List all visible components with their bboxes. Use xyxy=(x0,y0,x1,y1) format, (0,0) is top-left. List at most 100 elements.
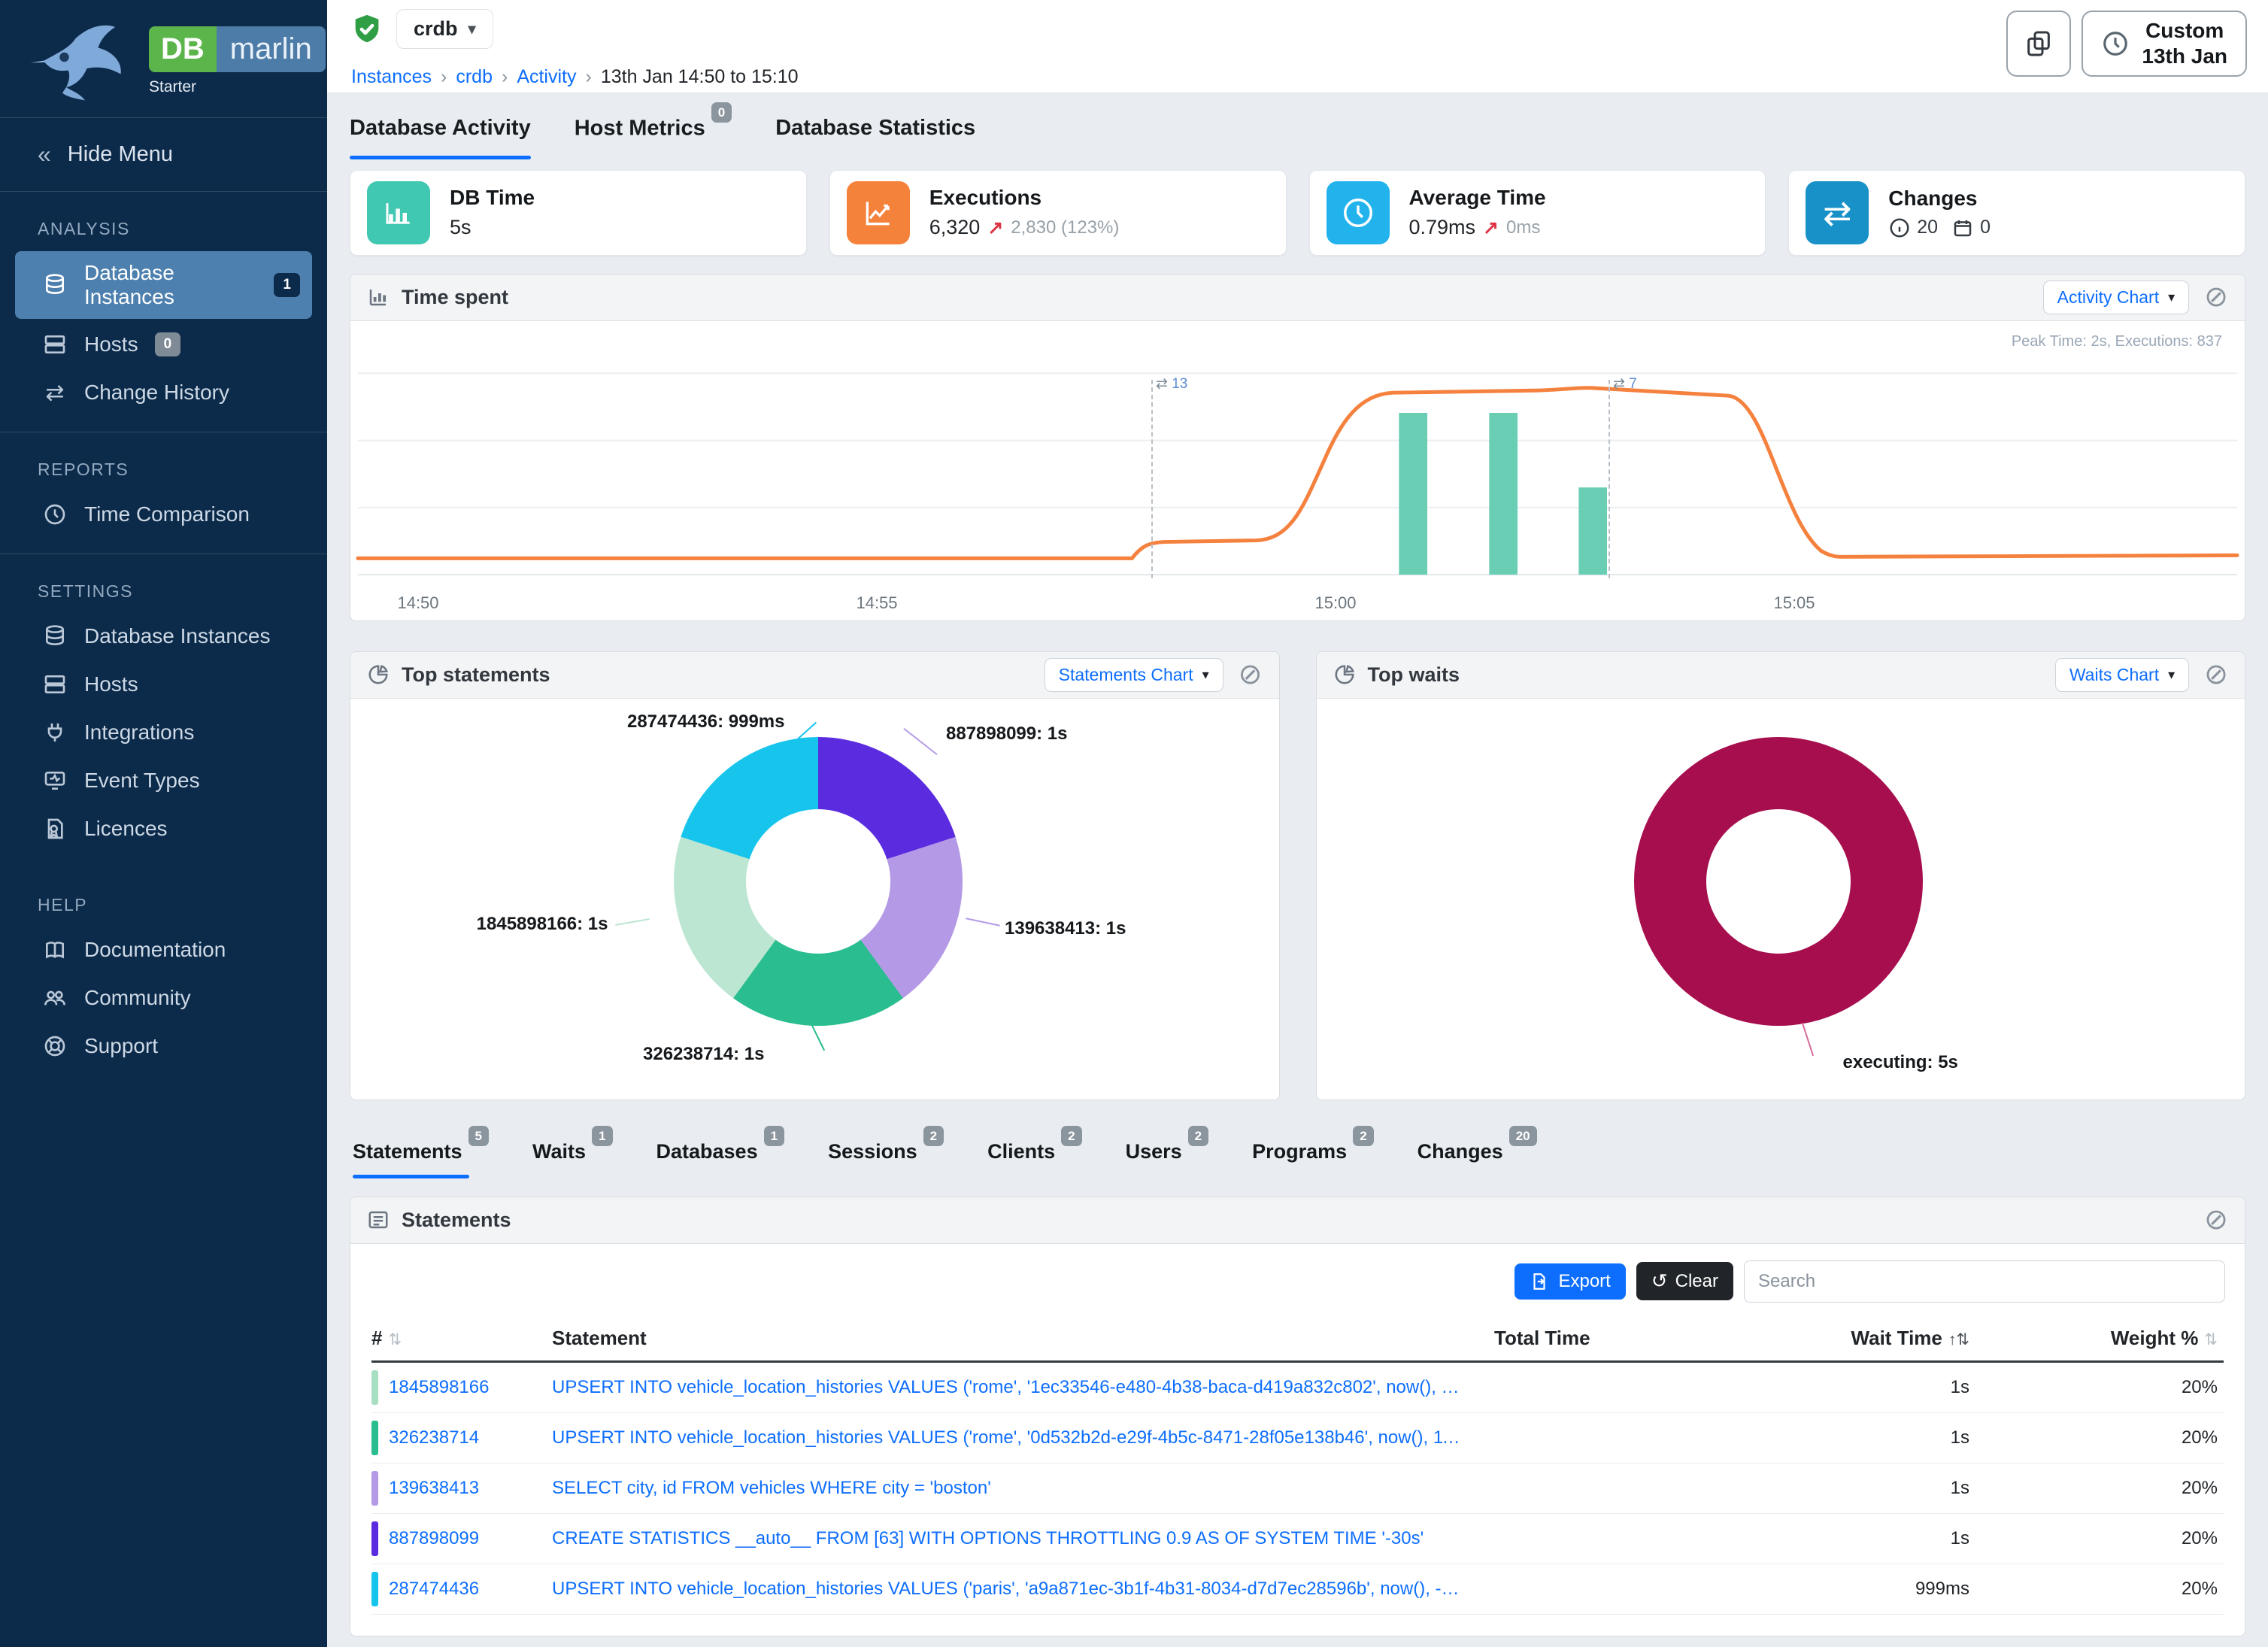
chart-icon xyxy=(367,286,390,308)
clear-button[interactable]: ↺ Clear xyxy=(1636,1262,1733,1300)
tab-changes[interactable]: Changes20 xyxy=(1418,1139,1537,1178)
series-color-bar xyxy=(371,1521,378,1556)
sidebar-item-hosts[interactable]: Hosts 0 xyxy=(15,322,312,367)
sidebar-item-support[interactable]: Support xyxy=(15,1024,312,1069)
collapse-panel-icon[interactable]: ⊘ xyxy=(2204,660,2228,689)
tab-programs[interactable]: Programs2 xyxy=(1252,1139,1374,1178)
hide-menu-button[interactable]: « Hide Menu xyxy=(0,118,327,191)
sidebar-item-change-history[interactable]: ⇄ Change History xyxy=(15,370,312,415)
breadcrumb-activity[interactable]: Activity xyxy=(517,66,576,87)
statement-id-link[interactable]: 1845898166 xyxy=(389,1377,489,1398)
sidebar-item-settings-database-instances[interactable]: Database Instances xyxy=(15,614,312,659)
activity-chart[interactable]: Peak Time: 2s, Executions: 837 ⇄ 13 ⇄ 7 … xyxy=(350,321,2245,620)
tab-badge: 2 xyxy=(923,1126,944,1146)
instance-selector[interactable]: crdb ▾ xyxy=(396,9,493,49)
waits-chart-select[interactable]: Waits Chart▾ xyxy=(2055,658,2189,692)
tab-sessions[interactable]: Sessions2 xyxy=(828,1139,944,1178)
tab-badge: 1 xyxy=(764,1126,784,1146)
server-icon xyxy=(42,332,68,357)
tab-waits[interactable]: Waits1 xyxy=(532,1139,612,1178)
time-range-button[interactable]: Custom13th Jan xyxy=(2082,11,2247,77)
copy-button[interactable] xyxy=(2006,11,2071,77)
statement-id-link[interactable]: 287474436 xyxy=(389,1579,479,1600)
weight-value: 20% xyxy=(1975,1528,2224,1549)
table-row: 139638413 SELECT city, id FROM vehicles … xyxy=(371,1463,2224,1514)
tab-database-statistics[interactable]: Database Statistics xyxy=(775,116,975,159)
tab-badge: 2 xyxy=(1061,1126,1081,1146)
tab-statements[interactable]: Statements5 xyxy=(353,1139,489,1178)
series-color-bar xyxy=(371,1370,378,1405)
sort-asc-icon[interactable]: ↑⇅ xyxy=(1948,1331,1969,1348)
sidebar-section-settings: SETTINGS Database Instances Hosts Integr… xyxy=(0,554,327,868)
breadcrumb-crdb[interactable]: crdb xyxy=(456,66,493,87)
search-input[interactable] xyxy=(1744,1260,2225,1303)
statement-id-link[interactable]: 326238714 xyxy=(389,1427,479,1448)
export-button[interactable]: Export xyxy=(1515,1263,1625,1300)
waits-donut-chart[interactable]: executing: 5s xyxy=(1317,699,2245,1100)
change-marker[interactable]: ⇄ 13 xyxy=(1151,380,1153,578)
sort-icon[interactable]: ⇅ xyxy=(2204,1331,2218,1348)
col-statement[interactable]: Statement xyxy=(552,1327,1494,1350)
sidebar-item-licences[interactable]: Licences xyxy=(15,806,312,851)
sort-icon[interactable]: ⇅ xyxy=(388,1331,402,1348)
table-row: 287474436 UPSERT INTO vehicle_location_h… xyxy=(371,1564,2224,1615)
label-connector xyxy=(903,728,937,755)
list-icon xyxy=(367,1209,390,1231)
donut-label: 887898099: 1s xyxy=(946,723,1067,745)
sidebar-item-integrations[interactable]: Integrations xyxy=(15,710,312,755)
table-controls: Export ↺ Clear xyxy=(350,1244,2245,1310)
statement-link[interactable]: UPSERT INTO vehicle_location_histories V… xyxy=(552,1579,1494,1600)
statement-link[interactable]: SELECT city, id FROM vehicles WHERE city… xyxy=(552,1478,1494,1499)
chevron-down-icon: ▾ xyxy=(1202,667,1209,683)
tab-users[interactable]: Users2 xyxy=(1126,1139,1209,1178)
breadcrumb-instances[interactable]: Instances xyxy=(351,66,432,87)
undo-icon: ↺ xyxy=(1651,1269,1668,1293)
label-connector xyxy=(615,918,650,926)
statements-donut-chart[interactable]: 287474436: 999ms 887898099: 1s 139638413… xyxy=(350,699,1279,1100)
sidebar-item-community[interactable]: Community xyxy=(15,975,312,1021)
activity-chart-select[interactable]: Activity Chart▾ xyxy=(2043,281,2190,314)
change-marker[interactable]: ⇄ 7 xyxy=(1609,380,1610,578)
panel-title: Top statements xyxy=(402,663,550,687)
double-chevron-left-icon: « xyxy=(38,141,51,168)
tab-database-activity[interactable]: Database Activity xyxy=(350,116,531,159)
card-executions: Executions 6,320↗2,830 (123%) xyxy=(829,170,1287,256)
collapse-panel-icon[interactable]: ⊘ xyxy=(2204,283,2228,311)
sidebar-item-database-instances[interactable]: Database Instances 1 xyxy=(15,251,312,319)
tab-databases[interactable]: Databases1 xyxy=(656,1139,785,1178)
up-arrow-icon: ↗ xyxy=(1483,217,1499,239)
chevron-down-icon: ▾ xyxy=(468,20,476,38)
collapse-panel-icon[interactable]: ⊘ xyxy=(2204,1206,2228,1234)
collapse-panel-icon[interactable]: ⊘ xyxy=(1239,660,1263,689)
calendar-icon xyxy=(1951,217,1974,239)
section-label: HELP xyxy=(11,895,317,915)
table-row: 1845898166 UPSERT INTO vehicle_location_… xyxy=(371,1363,2224,1413)
sidebar-item-event-types[interactable]: Event Types xyxy=(15,758,312,803)
kpi-cards: DB Time 5s Executions 6,320↗2,830 (123%)… xyxy=(350,170,2245,256)
tab-host-metrics[interactable]: Host Metrics0 xyxy=(575,116,732,159)
tab-clients[interactable]: Clients2 xyxy=(987,1139,1082,1178)
col-total-time[interactable]: Total Time xyxy=(1494,1327,1735,1350)
statement-link[interactable]: CREATE STATISTICS __auto__ FROM [63] WIT… xyxy=(552,1528,1494,1549)
statement-id-link[interactable]: 887898099 xyxy=(389,1528,479,1549)
col-num: # xyxy=(371,1327,382,1349)
label-connector xyxy=(810,1021,825,1051)
table-row: 326238714 UPSERT INTO vehicle_location_h… xyxy=(371,1413,2224,1463)
bar-chart-icon xyxy=(367,181,430,244)
donut-label: executing: 5s xyxy=(1843,1052,1958,1073)
sidebar-item-time-comparison[interactable]: Time Comparison xyxy=(15,492,312,537)
sidebar-item-settings-hosts[interactable]: Hosts xyxy=(15,662,312,707)
sidebar-item-documentation[interactable]: Documentation xyxy=(15,927,312,972)
tab-badge: 0 xyxy=(711,102,732,123)
topbar: crdb ▾ Instances›crdb›Activity›13th Jan … xyxy=(327,0,2268,93)
statement-link[interactable]: UPSERT INTO vehicle_location_histories V… xyxy=(552,1427,1494,1448)
top-statements-panel: Top statements Statements Chart▾ ⊘ 28747… xyxy=(350,651,1280,1100)
statements-donut[interactable] xyxy=(674,737,963,1026)
app-logo[interactable]: DB marlin Starter xyxy=(0,0,327,117)
executions-bar xyxy=(1578,487,1607,575)
statements-chart-select[interactable]: Statements Chart▾ xyxy=(1045,658,1223,692)
copy-icon xyxy=(2024,29,2054,59)
statement-id-link[interactable]: 139638413 xyxy=(389,1478,479,1499)
waits-donut[interactable] xyxy=(1634,737,1923,1026)
statement-link[interactable]: UPSERT INTO vehicle_location_histories V… xyxy=(552,1377,1494,1398)
